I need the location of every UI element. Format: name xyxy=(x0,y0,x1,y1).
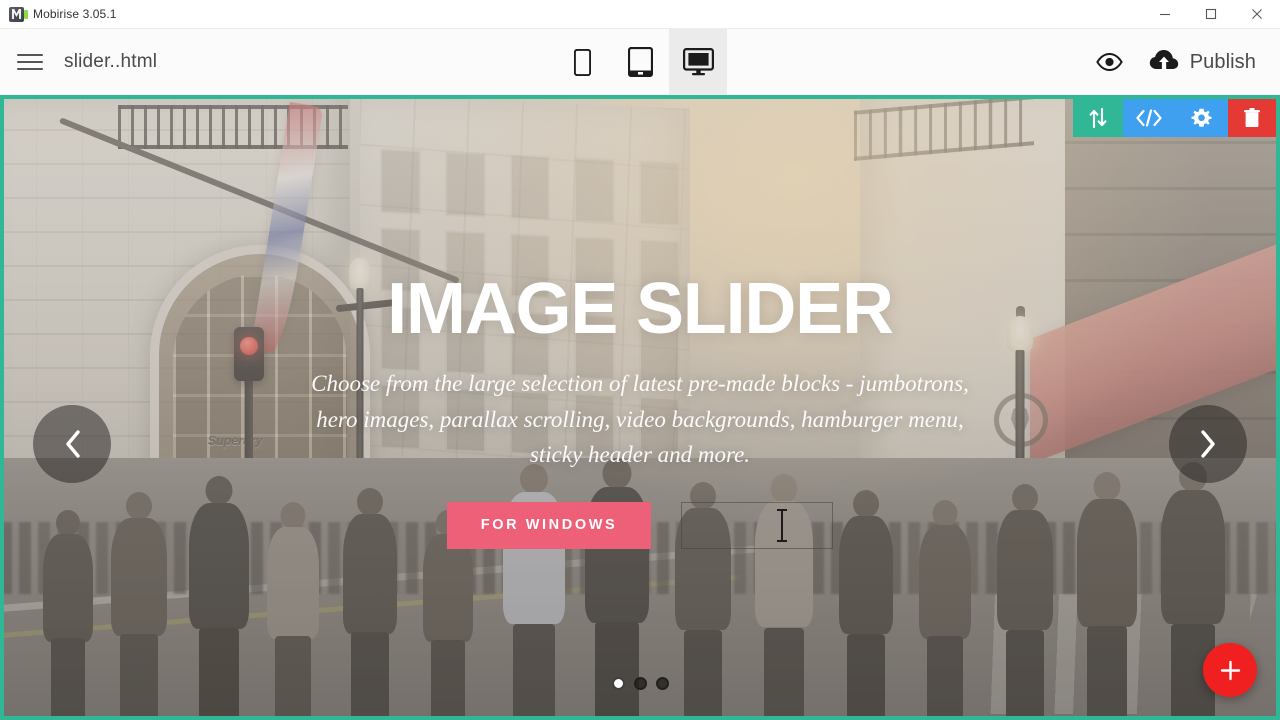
app-title: Mobirise 3.05.1 xyxy=(33,7,117,21)
carousel-indicators xyxy=(0,677,1280,690)
maximize-icon[interactable] xyxy=(1188,0,1234,29)
device-button-tablet[interactable] xyxy=(611,29,669,95)
close-icon[interactable] xyxy=(1234,0,1280,29)
carousel-dot-3[interactable] xyxy=(655,677,669,690)
secondary-button-editing[interactable] xyxy=(681,501,833,549)
plus-icon xyxy=(1218,658,1243,683)
toolbar-center xyxy=(0,29,1280,95)
carousel-next-button[interactable] xyxy=(1169,405,1247,483)
eye-preview-icon[interactable] xyxy=(1095,47,1125,77)
trash-icon xyxy=(1244,108,1260,128)
chevron-right-icon xyxy=(1200,430,1217,458)
publish-label: Publish xyxy=(1189,50,1256,73)
move-updown-arrows-icon xyxy=(1089,108,1107,128)
block-move-button[interactable] xyxy=(1073,99,1123,137)
mobirise-app-window: Mobirise 3.05.1 slider..html Publish Sup… xyxy=(0,0,1280,720)
mobirise-logo-icon xyxy=(9,6,28,22)
editor-toolbar: slider..html Publish xyxy=(0,29,1280,95)
device-preview-switcher xyxy=(553,29,727,95)
page-title: slider..html xyxy=(64,51,158,72)
carousel-dot-2[interactable] xyxy=(633,677,647,690)
device-button-mobile[interactable] xyxy=(553,29,611,95)
block-action-toolbar xyxy=(1073,99,1276,137)
toolbar-right: Publish xyxy=(1095,47,1280,77)
block-code-button[interactable] xyxy=(1123,99,1175,137)
carousel-dot-1[interactable] xyxy=(611,677,625,690)
title-bar-left: Mobirise 3.05.1 xyxy=(0,6,1142,22)
hero-button-group: FOR WINDOWS xyxy=(447,501,833,549)
hero-subtitle[interactable]: Choose from the large selection of lates… xyxy=(290,366,990,473)
add-block-button[interactable] xyxy=(1203,643,1257,697)
minimize-icon[interactable] xyxy=(1142,0,1188,29)
block-delete-button[interactable] xyxy=(1228,99,1276,137)
cloud-upload-icon xyxy=(1149,49,1179,76)
publish-button[interactable]: Publish xyxy=(1149,49,1256,76)
toolbar-left: slider..html xyxy=(0,51,157,73)
code-brackets-icon xyxy=(1136,109,1162,127)
device-button-desktop[interactable] xyxy=(669,29,727,95)
block-settings-button[interactable] xyxy=(1175,99,1228,137)
window-controls xyxy=(1142,0,1280,29)
hero-content: IMAGE SLIDER Choose from the large selec… xyxy=(0,95,1280,720)
window-title-bar: Mobirise 3.05.1 xyxy=(0,0,1280,29)
hero-title[interactable]: IMAGE SLIDER xyxy=(387,273,894,345)
for-windows-button[interactable]: FOR WINDOWS xyxy=(447,501,651,549)
hamburger-menu-icon[interactable] xyxy=(17,52,43,72)
page-canvas: Superdry IMAGE SLIDER Choose from the la… xyxy=(0,95,1280,720)
carousel-prev-button[interactable] xyxy=(33,405,111,483)
gear-icon xyxy=(1191,108,1212,129)
text-cursor-icon xyxy=(777,508,787,542)
chevron-left-icon xyxy=(64,430,81,458)
